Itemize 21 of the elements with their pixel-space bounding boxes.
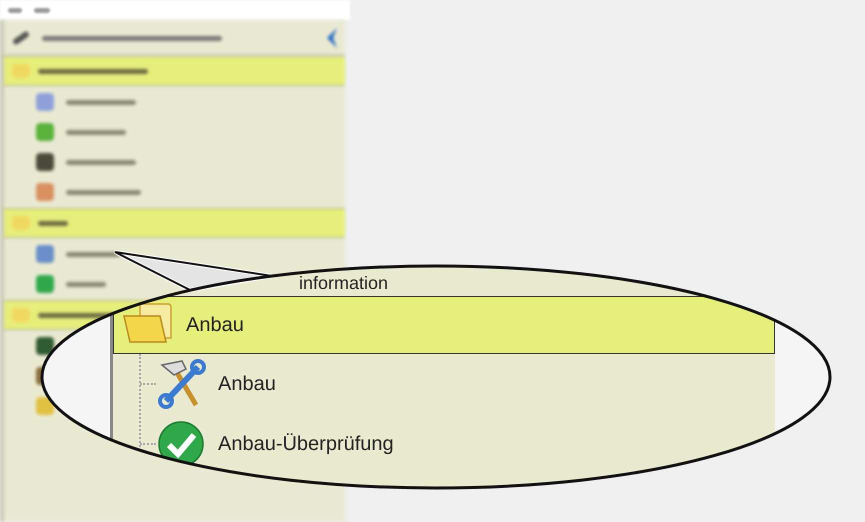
- blurred-label: [38, 220, 68, 226]
- folder-icon: [12, 216, 30, 230]
- folder-icon: [12, 308, 30, 322]
- folder-icon: [12, 64, 30, 78]
- group-header[interactable]: [4, 208, 345, 238]
- blurred-menu-item[interactable]: [8, 8, 22, 12]
- blurred-menu-item[interactable]: [34, 8, 50, 12]
- group-header[interactable]: [4, 56, 345, 86]
- tree-item[interactable]: Anbau: [140, 354, 775, 414]
- hammer-wrench-icon: [156, 359, 206, 409]
- blurred-label: [66, 282, 106, 286]
- blurred-label: [66, 130, 126, 134]
- blurred-label: [66, 160, 136, 164]
- blurred-label: [66, 100, 136, 104]
- collapse-chevron-icon[interactable]: [327, 28, 337, 48]
- group-header[interactable]: Anbau: [113, 296, 775, 354]
- blurred-label: [66, 252, 121, 256]
- tree-item[interactable]: Anbau-Überprüfung: [140, 414, 775, 474]
- item-label: Anbau-Überprüfung: [218, 432, 394, 457]
- partial-heading: information: [299, 273, 388, 293]
- item-label: Anbau: [218, 372, 276, 397]
